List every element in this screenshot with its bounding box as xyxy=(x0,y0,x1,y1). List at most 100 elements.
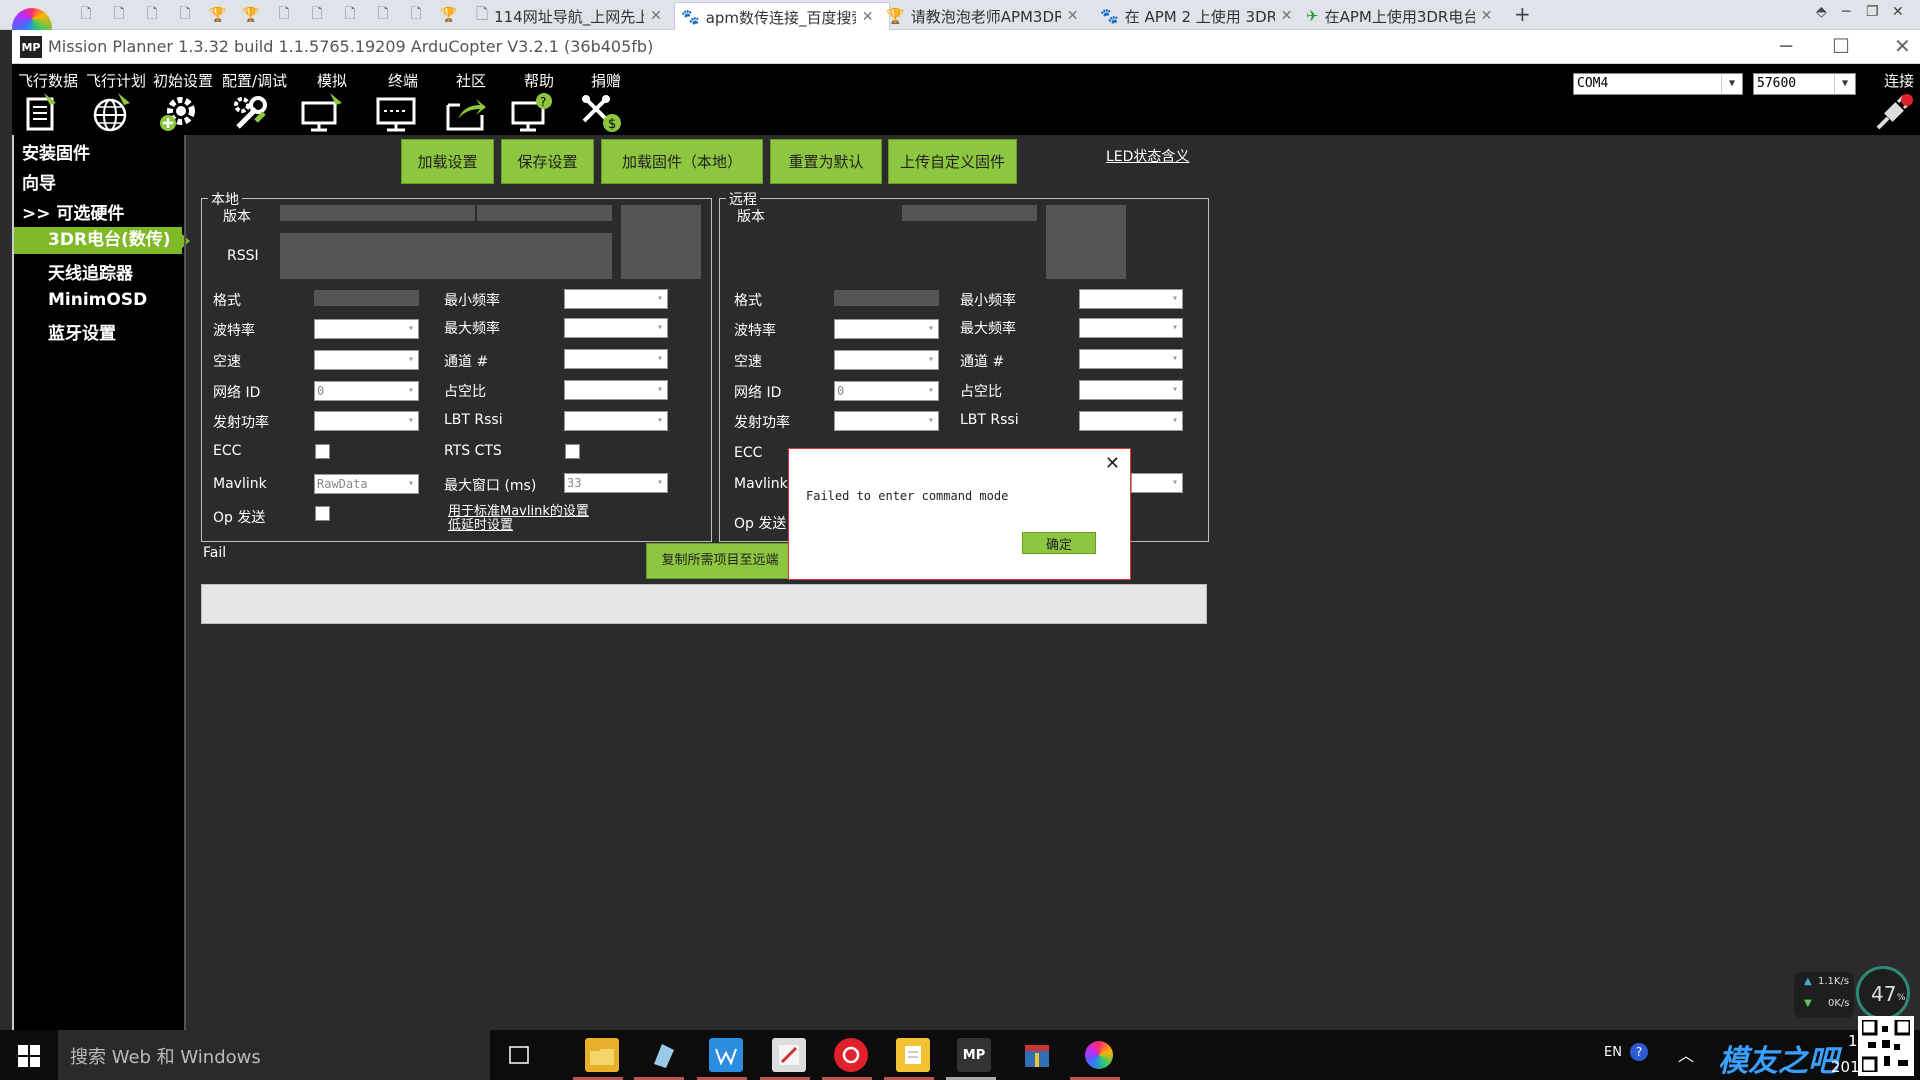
nav-optional-hardware[interactable]: >> 可选硬件 xyxy=(22,199,124,224)
local-ecc-checkbox[interactable] xyxy=(315,444,330,459)
help-monitor-icon[interactable]: ? xyxy=(510,90,554,134)
menu-community[interactable]: 社区 xyxy=(456,70,486,91)
pinned-tab-page-icon[interactable]: 🗋 xyxy=(305,4,329,26)
nav-antenna-tracker[interactable]: 天线追踪器 xyxy=(48,259,133,284)
minimize-icon[interactable]: ─ xyxy=(1780,34,1792,58)
menu-terminal[interactable]: 终端 xyxy=(388,70,418,91)
donate-plane-icon[interactable]: $ xyxy=(578,90,622,134)
copy-to-remote-button[interactable]: 复制所需项目至远端 xyxy=(646,543,794,579)
remote-baud-select[interactable] xyxy=(834,319,939,339)
pinned-tab-page-icon[interactable]: 🗋 xyxy=(173,4,197,26)
remote-channels-select[interactable] xyxy=(1079,349,1183,369)
pinned-tab-page-icon[interactable]: 🗋 xyxy=(371,4,395,26)
nav-wizard[interactable]: 向导 xyxy=(22,169,56,194)
browser-logo-icon[interactable] xyxy=(12,8,52,30)
menu-simulation[interactable]: 模拟 xyxy=(317,70,347,91)
load-settings-button[interactable]: 加载设置 xyxy=(401,139,494,184)
close-icon[interactable]: ✕ xyxy=(862,9,874,25)
maximize-icon[interactable]: ☐ xyxy=(1832,34,1850,58)
terminal-monitor-icon[interactable] xyxy=(374,90,418,134)
upload-custom-firmware-button[interactable]: 上传自定义固件 xyxy=(888,139,1017,184)
local-net-id-select[interactable]: 0 xyxy=(314,381,419,401)
local-tx-power-select[interactable] xyxy=(314,411,419,431)
chevron-up-icon[interactable]: ︿ xyxy=(1678,1042,1694,1066)
nav-3dr-radio[interactable]: 3DR电台(数传) xyxy=(12,227,190,254)
pinned-tab-page-icon[interactable]: 🗋 xyxy=(74,4,98,26)
close-icon[interactable]: ✕ xyxy=(1067,8,1079,24)
close-icon[interactable]: ✕ xyxy=(1105,453,1120,474)
restore-icon[interactable]: ❐ xyxy=(1866,4,1879,20)
menu-flight-plan[interactable]: 飞行计划 xyxy=(86,70,146,91)
remote-duty-select[interactable] xyxy=(1079,380,1183,400)
file-explorer-icon[interactable] xyxy=(585,1038,619,1072)
pinned-tab-page-icon[interactable]: 🗋 xyxy=(404,4,428,26)
browser-tab[interactable]: 🐾 在 APM 2 上使用 3DR ✕ xyxy=(1094,2,1306,30)
windows-start-icon[interactable] xyxy=(18,1045,40,1067)
menu-help[interactable]: 帮助 xyxy=(524,70,554,91)
reset-defaults-button[interactable]: 重置为默认 xyxy=(770,139,882,184)
netease-music-icon[interactable] xyxy=(834,1038,868,1072)
close-icon[interactable]: ✕ xyxy=(1481,8,1493,24)
local-max-freq-select[interactable] xyxy=(564,318,668,338)
browser-tab-active[interactable]: 🐾 apm数传连接_百度搜索 ✕ xyxy=(674,2,890,31)
baud-rate-select[interactable]: 57600 ▼ xyxy=(1753,73,1856,95)
low-latency-link[interactable]: 低延时设置 xyxy=(448,514,513,533)
browser-tab[interactable]: ✈ 在APM上使用3DR电台 ✕ xyxy=(1300,2,1512,30)
pinned-tab-trophy-icon[interactable]: 🏆 xyxy=(206,4,230,26)
pinned-tab-page-icon[interactable]: 🗋 xyxy=(338,4,362,26)
menu-config-tuning[interactable]: 配置/调试 xyxy=(222,70,287,91)
local-baud-select[interactable] xyxy=(314,319,419,339)
taskbar-search-box[interactable]: 搜索 Web 和 Windows xyxy=(58,1030,490,1080)
led-status-link[interactable]: LED状态含义 xyxy=(1106,146,1189,166)
local-mavlink-select[interactable]: RawData xyxy=(314,474,419,494)
remote-lbt-select[interactable] xyxy=(1079,411,1183,431)
save-settings-button[interactable]: 保存设置 xyxy=(501,139,594,184)
close-icon[interactable]: ✕ xyxy=(1894,34,1911,58)
load-local-firmware-button[interactable]: 加载固件（本地） xyxy=(601,139,763,184)
memory-gauge[interactable]: 47 % xyxy=(1856,966,1910,1020)
minimize-icon[interactable]: ─ xyxy=(1842,4,1850,20)
remote-max-window-select[interactable] xyxy=(1131,473,1183,493)
task-view-icon[interactable] xyxy=(502,1038,536,1072)
close-icon[interactable]: ✕ xyxy=(1892,4,1904,20)
browser-tab[interactable]: 🏆 请教泡泡老师APM3DR ✕ xyxy=(880,2,1092,30)
close-icon[interactable]: ✕ xyxy=(1281,8,1293,24)
local-op-send-checkbox[interactable] xyxy=(315,506,330,521)
paint-app-icon[interactable] xyxy=(772,1038,806,1072)
remote-air-speed-select[interactable] xyxy=(834,350,939,370)
mission-planner-taskbar-icon[interactable]: MP xyxy=(957,1038,991,1072)
remote-tx-power-select[interactable] xyxy=(834,411,939,431)
menu-donate[interactable]: 捐赠 xyxy=(591,70,621,91)
local-min-freq-select[interactable] xyxy=(564,289,668,309)
menu-initial-setup[interactable]: 初始设置 xyxy=(153,70,213,91)
close-icon[interactable]: ✕ xyxy=(650,8,662,24)
local-rts-checkbox[interactable] xyxy=(565,444,580,459)
remote-net-id-select[interactable]: 0 xyxy=(834,381,939,401)
remote-min-freq-select[interactable] xyxy=(1079,289,1183,309)
connect-plug-icon[interactable] xyxy=(1874,92,1914,132)
community-share-icon[interactable] xyxy=(444,90,488,134)
remote-max-freq-select[interactable] xyxy=(1079,318,1183,338)
local-lbt-select[interactable] xyxy=(564,411,668,431)
initial-setup-gear-icon[interactable] xyxy=(157,90,201,134)
pinned-tab-trophy-icon[interactable]: 🏆 xyxy=(239,4,263,26)
flight-plan-globe-icon[interactable] xyxy=(90,90,134,134)
nav-minimosd[interactable]: MinimOSD xyxy=(48,290,147,310)
dialog-ok-button[interactable]: 确定 xyxy=(1022,532,1096,554)
menu-flight-data[interactable]: 飞行数据 xyxy=(18,70,78,91)
local-air-speed-select[interactable] xyxy=(314,350,419,370)
browser-tab[interactable]: 🗋 114网址导航_上网先上 ✕ xyxy=(470,2,682,30)
com-port-select[interactable]: COM4 ▼ xyxy=(1573,73,1743,95)
word-app-icon[interactable] xyxy=(709,1038,743,1072)
nav-bluetooth-setup[interactable]: 蓝牙设置 xyxy=(48,319,116,344)
pinned-tab-trophy-icon[interactable]: 🏆 xyxy=(437,4,461,26)
pinned-tab-page-icon[interactable]: 🗋 xyxy=(140,4,164,26)
color-wheel-app-icon[interactable] xyxy=(1082,1038,1116,1072)
pinned-tab-page-icon[interactable]: 🗋 xyxy=(107,4,131,26)
help-icon[interactable]: ? xyxy=(1630,1043,1648,1061)
connect-label[interactable]: 连接 xyxy=(1884,70,1914,91)
local-channels-select[interactable] xyxy=(564,349,668,369)
crystal-app-icon[interactable] xyxy=(646,1038,680,1072)
flight-data-icon[interactable] xyxy=(20,90,64,134)
input-language[interactable]: EN xyxy=(1604,1045,1622,1060)
